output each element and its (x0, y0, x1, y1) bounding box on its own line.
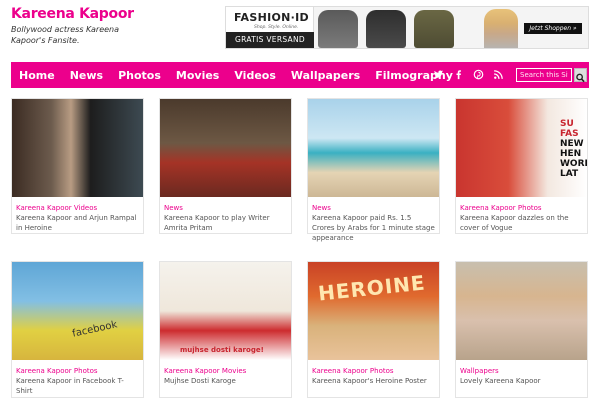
poster-title: HEROINE (317, 270, 427, 306)
post-title[interactable]: Kareena Kapoor in Facebook T-Shirt (16, 376, 140, 396)
cover-text: WORK (560, 159, 587, 169)
social-icons (433, 69, 504, 80)
site-title[interactable]: Kareena Kapoor (11, 6, 134, 22)
nav-home[interactable]: Home (19, 69, 55, 82)
post-category[interactable]: Kareena Kapoor Videos (16, 204, 97, 212)
post-card[interactable]: mujhse dosti karoge! Kareena Kapoor Movi… (159, 261, 292, 398)
ad-model-image (484, 9, 518, 48)
post-thumbnail[interactable]: SU FAS NEW HEN WORK LAT (456, 99, 587, 197)
post-category[interactable]: Kareena Kapoor Photos (16, 367, 98, 375)
cover-text: SU (560, 119, 574, 129)
movie-caption: mujhse dosti karoge! (180, 346, 264, 354)
post-title[interactable]: Kareena Kapoor dazzles on the cover of V… (460, 213, 584, 233)
post-card[interactable]: News Kareena Kapoor to play Writer Amrit… (159, 98, 292, 234)
post-thumbnail[interactable] (456, 262, 587, 360)
post-thumbnail[interactable] (160, 99, 291, 197)
post-category[interactable]: Kareena Kapoor Photos (460, 204, 542, 212)
pinterest-icon[interactable] (473, 69, 484, 80)
ad-shop-button[interactable]: Jetzt Shoppen » (524, 23, 582, 34)
cover-text: NEW (560, 139, 584, 149)
cover-text: HEN (560, 149, 582, 159)
search-button[interactable] (574, 68, 587, 83)
rss-icon[interactable] (493, 69, 504, 80)
ad-free-shipping: GRATIS VERSAND (226, 32, 314, 48)
nav-videos[interactable]: Videos (234, 69, 276, 82)
post-title[interactable]: Kareena Kapoor to play Writer Amrita Pri… (164, 213, 288, 233)
post-card[interactable]: HEROINE Kareena Kapoor Photos Kareena Ka… (307, 261, 440, 398)
post-category[interactable]: Kareena Kapoor Movies (164, 367, 246, 375)
post-thumbnail[interactable]: HEROINE (308, 262, 439, 360)
nav-links: Home News Photos Movies Videos Wallpaper… (19, 62, 453, 88)
post-card[interactable]: News Kareena Kapoor paid Rs. 1.5 Crores … (307, 98, 440, 242)
post-card[interactable]: SU FAS NEW HEN WORK LAT Kareena Kapoor P… (455, 98, 588, 234)
nav-news[interactable]: News (70, 69, 103, 82)
jacket-image (414, 10, 454, 48)
post-title[interactable]: Kareena Kapoor paid Rs. 1.5 Crores by Ar… (312, 213, 436, 243)
facebook-icon[interactable] (453, 69, 464, 80)
main-nav: Home News Photos Movies Videos Wallpaper… (11, 62, 589, 88)
post-thumbnail[interactable]: facebook (12, 262, 143, 360)
post-title[interactable]: Kareena Kapoor and Arjun Rampal in Heroi… (16, 213, 140, 233)
ad-products (318, 10, 454, 48)
search-input[interactable] (516, 68, 572, 82)
cover-text: LAT (560, 169, 579, 179)
post-category[interactable]: Kareena Kapoor Photos (312, 367, 394, 375)
post-thumbnail[interactable] (308, 99, 439, 197)
ad-logo: FASHION·ID (234, 11, 309, 24)
ad-brand-panel: FASHION·ID Shop. Style. Online. GRATIS V… (226, 7, 314, 48)
shirt-text: facebook (71, 319, 119, 340)
banner-ad[interactable]: FASHION·ID Shop. Style. Online. GRATIS V… (225, 6, 589, 49)
nav-photos[interactable]: Photos (118, 69, 161, 82)
post-card[interactable]: Kareena Kapoor Videos Kareena Kapoor and… (11, 98, 144, 234)
post-thumbnail[interactable] (12, 99, 143, 197)
post-title[interactable]: Mujhse Dosti Karoge (164, 376, 288, 386)
nav-wallpapers[interactable]: Wallpapers (291, 69, 360, 82)
nav-movies[interactable]: Movies (176, 69, 219, 82)
post-category[interactable]: Wallpapers (460, 367, 499, 375)
post-title[interactable]: Kareena Kapoor's Heroine Poster (312, 376, 436, 386)
twitter-icon[interactable] (433, 69, 444, 80)
post-thumbnail[interactable]: mujhse dosti karoge! (160, 262, 291, 360)
jacket-image (318, 10, 358, 48)
site-header: Kareena Kapoor Bollywood actress Kareena… (0, 0, 600, 60)
search-icon (576, 73, 585, 83)
post-title[interactable]: Lovely Kareena Kapoor (460, 376, 584, 386)
site-description: Bollywood actress Kareena Kapoor's Fansi… (11, 25, 120, 45)
post-card[interactable]: facebook Kareena Kapoor Photos Kareena K… (11, 261, 144, 398)
ad-tagline: Shop. Style. Online. (254, 25, 299, 30)
post-category[interactable]: News (312, 204, 331, 212)
post-category[interactable]: News (164, 204, 183, 212)
post-card[interactable]: Wallpapers Lovely Kareena Kapoor (455, 261, 588, 398)
jacket-image (366, 10, 406, 48)
cover-text: FAS (560, 129, 579, 139)
